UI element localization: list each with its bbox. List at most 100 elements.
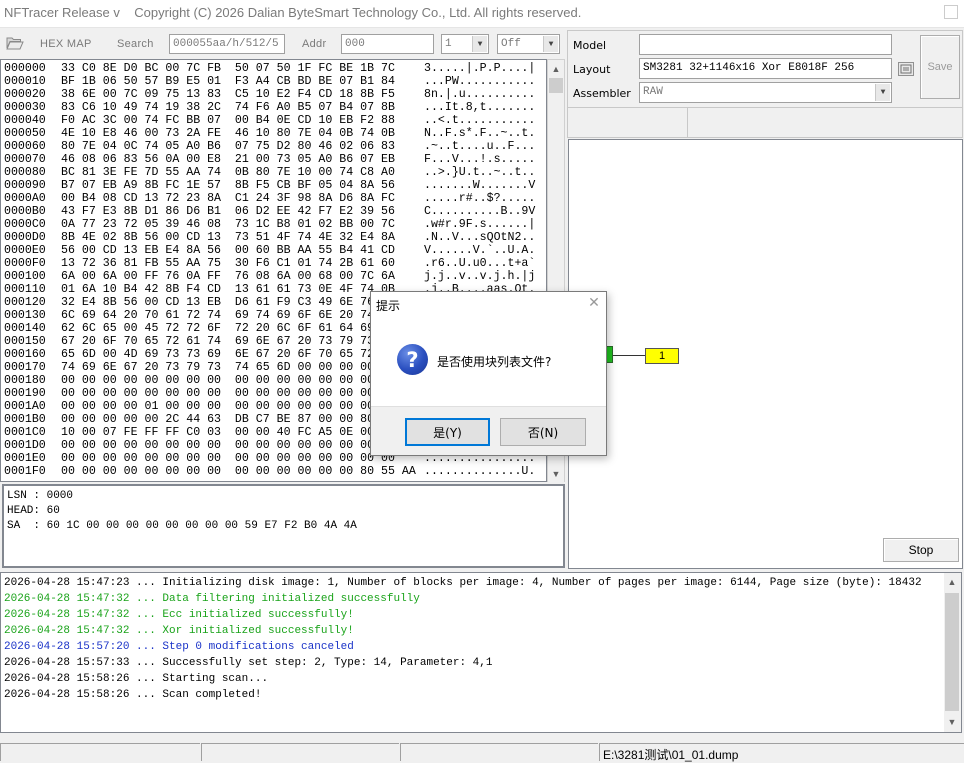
hex-offset: 000110 [4,283,46,296]
hex-bytes: 6C 69 64 20 70 61 72 74 69 74 69 6F 6E 2… [61,309,395,322]
hex-bytes: 6A 00 6A 00 FF 76 0A FF 76 08 6A 00 68 0… [61,270,395,283]
sector-info-panel: LSN : 0000 HEAD: 60 SA : 60 1C 00 00 00 … [2,484,565,568]
toolbar: HEX MAP Search 000055aa/h/512/5 Addr 000… [0,30,566,58]
mode-select[interactable]: Off ▼ [497,34,560,54]
assembler-select[interactable]: RAW ▼ [639,82,892,103]
hex-ascii: ...It.8,t....... [424,101,536,114]
hex-offset: 000010 [4,75,46,88]
hex-bytes: 32 E4 8B 56 00 CD 13 EB D6 61 F9 C3 49 6… [61,296,395,309]
hex-ascii: .w#r.9F.s......| [424,218,536,231]
hex-offset: 000090 [4,179,46,192]
hex-offset: 000130 [4,309,46,322]
model-label: Model [573,39,607,52]
hex-offset: 000170 [4,361,46,374]
log-panel[interactable]: 2026-04-28 15:47:23 ... Initializing dis… [0,572,962,733]
addr-input[interactable]: 000 [341,34,434,54]
hex-bytes: 62 6C 65 00 45 72 72 6F 72 20 6C 6F 61 6… [61,322,395,335]
yes-button[interactable]: 是(Y) [405,418,490,446]
hex-ascii: ..>.}U.t..~..t.. [424,166,536,179]
maximize-icon[interactable] [944,5,958,19]
hex-offset: 000100 [4,270,46,283]
hex-bytes: 00 00 00 00 01 00 00 00 00 00 00 00 00 0… [61,400,395,413]
search-label: Search [117,38,154,50]
search-input[interactable]: 000055aa/h/512/5 [169,34,285,54]
log-line: 2026-04-28 15:47:23 ... Initializing dis… [4,577,922,589]
graph-node[interactable]: 1 [645,348,679,364]
hex-offset: 000180 [4,374,46,387]
assembler-value: RAW [643,86,663,98]
confirm-dialog: 提示 ✕ ? 是否使用块列表文件? 是(Y) 否(N) [370,291,607,456]
scroll-up-icon[interactable]: ▲ [944,573,960,590]
hex-offset: 000050 [4,127,46,140]
layout-input[interactable]: SM3281 32+1146x16 Xor E8018F 256 [639,58,892,79]
hex-offset: 000040 [4,114,46,127]
close-icon[interactable]: ✕ [584,294,604,312]
folder-open-icon[interactable] [6,35,24,51]
scroll-down-icon[interactable]: ▼ [548,465,564,482]
log-line: 2026-04-28 15:58:26 ... Starting scan... [4,673,269,685]
hex-ascii: .......W.......V [424,179,536,192]
scroll-thumb[interactable] [945,593,959,711]
scroll-thumb[interactable] [549,78,563,93]
hex-bytes: 83 C6 10 49 74 19 38 2C 74 F6 A0 B5 07 B… [61,101,395,114]
status-segment [0,743,200,761]
hex-ascii: F...V...!.s..... [424,153,536,166]
model-input[interactable] [639,34,892,55]
scroll-down-icon[interactable]: ▼ [944,713,960,730]
hex-offset: 000190 [4,387,46,400]
addr-label: Addr [302,38,327,50]
hex-ascii: N..F.s*.F..~..t. [424,127,536,140]
hex-ascii: V......V.`..U.A. [424,244,536,257]
layout-label: Layout [573,63,611,76]
hex-ascii: .r6..U.u0...t+a` [424,257,536,270]
hex-bytes: 00 00 00 00 00 00 00 00 00 00 00 00 00 0… [61,387,395,400]
chevron-down-icon: ▼ [875,84,890,101]
scroll-up-icon[interactable]: ▲ [548,60,564,77]
hex-offset: 0000D0 [4,231,46,244]
log-line: 2026-04-28 15:47:32 ... Xor initialized … [4,625,354,637]
hex-ascii: C..........B..9V [424,205,536,218]
hex-bytes: 00 00 00 00 00 00 00 00 00 00 00 00 00 0… [61,452,395,465]
log-line: 2026-04-28 15:47:32 ... Data filtering i… [4,593,420,605]
hex-ascii: .~..t....u..F... [424,140,536,153]
hex-offset: 0000C0 [4,218,46,231]
hex-bytes: 56 00 CD 13 EB E4 8A 56 00 60 BB AA 55 B… [61,244,395,257]
status-file-path: E:\3281测试\01_01.dump [599,743,964,762]
step-select[interactable]: 1 ▼ [441,34,489,54]
window-title: NFTracer Release v Copyright (C) 2026 Da… [4,5,582,20]
hex-map-button[interactable]: HEX MAP [40,38,92,50]
graph-port[interactable] [606,346,613,363]
log-scrollbar[interactable]: ▲ ▼ [944,573,961,732]
divider [687,108,688,138]
hex-offset: 0001D0 [4,439,46,452]
hex-ascii: ..<.t........... [424,114,536,127]
hex-bytes: 74 69 6E 67 20 73 79 73 74 65 6D 00 00 0… [61,361,395,374]
save-button[interactable]: Save [920,35,960,99]
hex-bytes: 10 00 07 FE FF FF C0 03 00 00 40 FC A5 0… [61,426,395,439]
hex-bytes: 46 08 06 83 56 0A 00 E8 21 00 73 05 A0 B… [61,153,395,166]
hex-offset: 000150 [4,335,46,348]
hex-offset: 0000A0 [4,192,46,205]
hex-bytes: 33 C0 8E D0 BC 00 7C FB 50 07 50 1F FC B… [61,62,395,75]
hex-offset: 000000 [4,62,46,75]
layout-picker-icon[interactable] [898,62,914,76]
divider [568,107,962,108]
lsn-text: LSN : 0000 [7,490,74,502]
question-icon: ? [397,344,428,375]
hex-bytes: 00 B4 08 CD 13 72 23 8A C1 24 3F 98 8A D… [61,192,395,205]
hex-offset: 0001B0 [4,413,46,426]
hex-bytes: 00 00 00 00 00 00 00 00 00 00 00 00 00 0… [61,465,416,478]
hex-ascii: ..............U. [424,465,536,478]
hex-ascii: j.j..v..v.j.h.|j [424,270,536,283]
hex-offset: 000120 [4,296,46,309]
status-segment [400,743,598,761]
stop-button[interactable]: Stop [883,538,959,562]
hex-offset: 0001F0 [4,465,46,478]
hex-offset: 000160 [4,348,46,361]
hex-bytes: 01 6A 10 B4 42 8B F4 CD 13 61 61 73 0E 4… [61,283,395,296]
hex-offset: 000030 [4,101,46,114]
step-graph-canvas[interactable]: 1 Stop [568,139,963,569]
mode-value: Off [501,38,521,50]
no-button[interactable]: 否(N) [500,418,586,446]
hex-bytes: BF 1B 06 50 57 B9 E5 01 F3 A4 CB BD BE 0… [61,75,395,88]
